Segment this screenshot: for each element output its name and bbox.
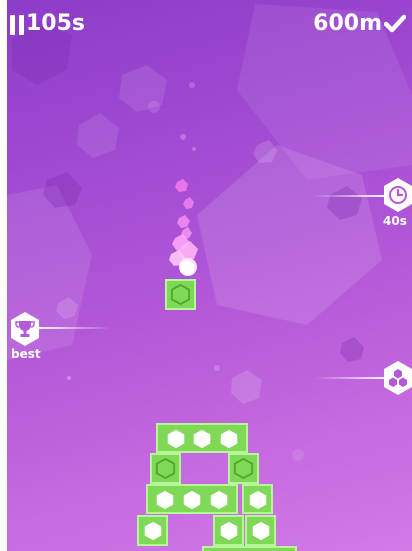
hexagon-outline-icon [233, 457, 254, 480]
tower-block-row-4-right [245, 515, 276, 546]
time-bonus-line [312, 195, 384, 197]
hexagon-icon [193, 429, 211, 449]
clock-icon [384, 178, 412, 212]
time-bonus-label: 40s [383, 214, 407, 228]
tower-block-row-4-left [137, 515, 168, 546]
tower-block-row-3-right [242, 484, 273, 514]
particle-trail [169, 179, 198, 276]
hexagon-icon [249, 490, 267, 510]
hexagon-outline-icon [155, 457, 176, 480]
hexagon-icon [210, 490, 228, 510]
best-label: best [11, 347, 41, 361]
distance-text: 600m [313, 11, 382, 36]
hexagon-icon [144, 521, 162, 541]
hex-cluster-icon [384, 361, 412, 395]
hex-cluster-line [315, 377, 385, 379]
pause-icon[interactable] [10, 15, 25, 35]
hexagon-icon [252, 521, 270, 541]
tower-block-row-4-mid [213, 515, 244, 546]
timer-text: 105s [26, 11, 86, 36]
tower-block-right [228, 453, 259, 484]
falling-block [165, 279, 196, 310]
hexagon-icon [183, 490, 201, 510]
tower-block-row-5 [202, 546, 297, 551]
tower-block-row-3 [146, 484, 238, 514]
game-screen[interactable]: 105s 600m 40s best [7, 0, 412, 551]
hexagon-icon [167, 429, 185, 449]
best-line [39, 327, 111, 329]
check-icon [384, 14, 406, 33]
hexagon-icon [220, 429, 238, 449]
hexagon-outline-icon [170, 283, 191, 306]
hexagon-icon [156, 490, 174, 510]
trophy-icon [11, 312, 39, 346]
tower-block-row-1 [156, 423, 248, 453]
hexagon-icon [220, 521, 238, 541]
tower-block-left [150, 453, 181, 484]
